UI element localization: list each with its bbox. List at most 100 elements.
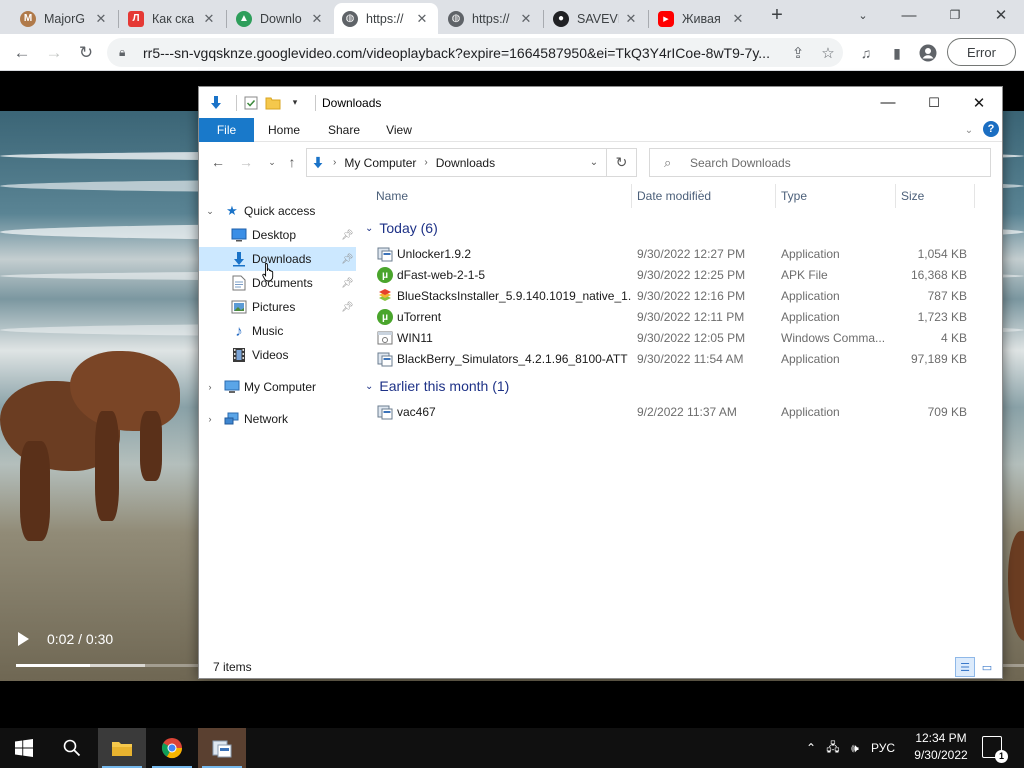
video-progress-bar[interactable] — [16, 664, 200, 667]
bookmark-star-icon[interactable]: ☆ — [813, 44, 843, 62]
file-row[interactable]: WIN11 9/30/2022 12:05 PM Windows Comma..… — [375, 327, 995, 348]
tab-search-icon[interactable]: ⌄ — [840, 0, 886, 30]
details-view-icon[interactable]: ☰ — [955, 657, 975, 677]
help-icon[interactable]: ? — [983, 121, 999, 137]
breadcrumb-downloads[interactable]: Downloads — [431, 149, 500, 176]
close-tab-icon[interactable]: ✕ — [414, 11, 430, 27]
close-tab-icon[interactable]: ✕ — [623, 11, 639, 27]
minimize-button[interactable]: — — [886, 0, 932, 30]
chevron-right-icon[interactable]: › — [204, 414, 216, 424]
file-row[interactable]: BlueStacksInstaller_5.9.140.1019_native_… — [375, 285, 995, 306]
browser-tab[interactable]: M MajorG ✕ — [12, 3, 117, 34]
file-row[interactable]: BlackBerry_Simulators_4.2.1.96_8100-ATT … — [375, 348, 995, 369]
browser-tab[interactable]: Л Как ска ✕ — [120, 3, 225, 34]
close-window-button[interactable]: ✕ — [978, 0, 1024, 30]
nav-item-documents[interactable]: Documents 📌︎ — [199, 271, 356, 295]
file-row[interactable]: μ dFast-web-2-1-5 9/30/2022 12:25 PM APK… — [375, 264, 995, 285]
close-tab-icon[interactable]: ✕ — [518, 11, 534, 27]
action-center-icon[interactable]: 1 — [982, 736, 1008, 763]
file-row[interactable]: vac467 9/2/2022 11:37 AM Application 709… — [375, 401, 995, 422]
side-panel-icon[interactable]: ▮ — [883, 39, 911, 67]
nav-network[interactable]: › Network — [199, 407, 356, 431]
browser-tab[interactable]: ◍ https:// ✕ — [440, 3, 542, 34]
chevron-down-icon[interactable]: ⌄ — [365, 381, 373, 392]
nav-item-pictures[interactable]: Pictures 📌︎ — [199, 295, 356, 319]
input-language-indicator[interactable]: РУС — [866, 741, 900, 755]
column-header-size[interactable]: Size — [901, 184, 924, 208]
close-tab-icon[interactable]: ✕ — [730, 11, 746, 27]
new-tab-button[interactable]: + — [754, 0, 800, 30]
nav-my-computer[interactable]: › My Computer — [199, 375, 356, 399]
start-windows-icon[interactable] — [0, 728, 48, 768]
address-bar[interactable]: 🔒︎ rr5---sn-vgqsknze.googlevideo.com/vid… — [107, 38, 843, 67]
search-box[interactable]: ⌕ Search Downloads — [649, 148, 991, 177]
clock[interactable]: 12:34 PM 9/30/2022 — [905, 730, 977, 766]
share-icon[interactable]: ⇪ — [783, 44, 813, 62]
close-tab-icon[interactable]: ✕ — [93, 11, 109, 27]
up-arrow-icon[interactable]: ↑ — [281, 149, 303, 175]
explorer-maximize-button[interactable]: ☐ — [911, 87, 957, 118]
column-header-name[interactable]: Name — [376, 184, 408, 208]
nav-item-downloads[interactable]: Downloads 📌︎ — [199, 247, 356, 271]
profile-error-button[interactable]: Error — [947, 38, 1016, 66]
column-header-type[interactable]: Type — [781, 184, 807, 208]
forward-arrow-icon[interactable]: → — [235, 149, 257, 175]
pin-icon[interactable]: 📌︎ — [341, 230, 354, 241]
browser-tab[interactable]: ▶ Живая ✕ — [650, 3, 754, 34]
installer-taskbar-icon[interactable] — [198, 728, 246, 768]
explorer-minimize-button[interactable]: — — [865, 87, 911, 118]
address-path[interactable]: › My Computer › Downloads ⌄ ↻ — [306, 148, 637, 177]
profile-avatar-icon[interactable] — [914, 39, 942, 67]
back-button[interactable]: ← — [8, 39, 36, 67]
pin-icon[interactable]: 📌︎ — [341, 278, 354, 289]
tab-home[interactable]: Home — [259, 118, 309, 142]
url-text[interactable]: rr5---sn-vgqsknze.googlevideo.com/videop… — [143, 45, 783, 61]
nav-quick-access[interactable]: ⌄ ★ Quick access — [199, 199, 356, 223]
video-progress-bar-tail[interactable] — [1003, 664, 1024, 667]
media-control-icon[interactable]: ♫ — [852, 39, 880, 67]
back-arrow-icon[interactable]: ← — [207, 149, 229, 175]
chevron-down-icon[interactable]: ⌄ — [365, 223, 373, 234]
chevron-down-icon[interactable]: ⌄ — [583, 149, 605, 176]
pin-icon[interactable]: 📌︎ — [341, 302, 354, 313]
chevron-right-icon[interactable]: › — [421, 157, 430, 168]
recent-locations-icon[interactable]: ⌄ — [261, 149, 283, 175]
chevron-down-icon[interactable]: ⌄ — [204, 206, 216, 217]
large-icons-view-icon[interactable]: ▭ — [977, 657, 997, 677]
chevron-right-icon[interactable]: › — [330, 157, 339, 168]
nav-item-videos[interactable]: Videos — [199, 343, 356, 367]
nav-item-desktop[interactable]: Desktop 📌︎ — [199, 223, 356, 247]
volume-icon[interactable]: 🕪︎ — [844, 741, 866, 756]
network-icon[interactable]: 🖧︎ — [822, 738, 844, 759]
file-row[interactable]: Unlocker1.9.2 9/30/2022 12:27 PM Applica… — [375, 243, 995, 264]
tab-view[interactable]: View — [375, 118, 423, 142]
expand-ribbon-icon[interactable]: ⌄ — [959, 118, 979, 142]
nav-item-music[interactable]: ♪ Music — [199, 319, 356, 343]
browser-tab[interactable]: ▲ Downlo ✕ — [228, 3, 333, 34]
file-explorer-taskbar-icon[interactable] — [98, 728, 146, 768]
browser-tab[interactable]: ● SAVEVI ✕ — [545, 3, 647, 34]
play-icon[interactable] — [18, 632, 29, 646]
lock-icon[interactable]: 🔒︎ — [119, 45, 133, 60]
properties-icon[interactable] — [243, 95, 259, 111]
forward-button[interactable]: → — [40, 39, 68, 67]
chevron-up-icon[interactable]: ⌃ — [800, 741, 822, 755]
new-folder-icon[interactable] — [265, 95, 281, 111]
file-row[interactable]: μ uTorrent 9/30/2022 12:11 PM Applicatio… — [375, 306, 995, 327]
explorer-close-button[interactable]: ✕ — [956, 87, 1002, 118]
reload-button[interactable]: ↻ — [72, 39, 100, 67]
refresh-icon[interactable]: ↻ — [606, 149, 636, 176]
close-tab-icon[interactable]: ✕ — [309, 11, 325, 27]
browser-tab-active[interactable]: ◍ https:// ✕ — [334, 3, 438, 34]
breadcrumb-my-computer[interactable]: My Computer — [339, 149, 421, 176]
group-header-today[interactable]: ⌄ Today (6) — [365, 218, 995, 238]
chrome-icon[interactable] — [148, 728, 196, 768]
tab-file[interactable]: File — [199, 118, 254, 142]
restore-button[interactable]: ❐ — [932, 0, 978, 30]
pin-icon[interactable]: 📌︎ — [341, 254, 354, 265]
tab-share[interactable]: Share — [319, 118, 369, 142]
customize-quick-access-icon[interactable]: ▾ — [287, 95, 303, 111]
group-header-earlier[interactable]: ⌄ Earlier this month (1) — [365, 376, 995, 396]
close-tab-icon[interactable]: ✕ — [201, 11, 217, 27]
search-icon[interactable] — [48, 728, 96, 768]
